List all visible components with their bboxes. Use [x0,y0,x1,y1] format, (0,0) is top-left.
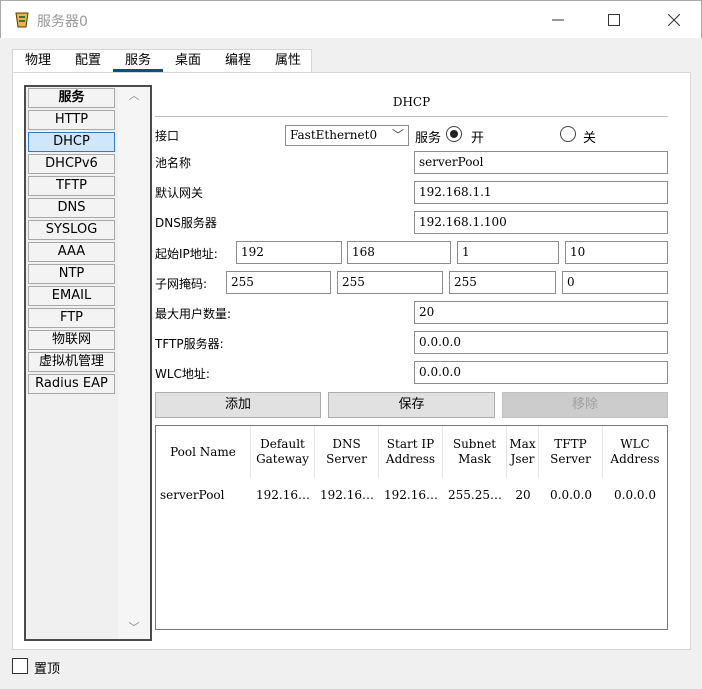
service-on-radio[interactable] [446,126,462,142]
subnet-mask-octet-3[interactable]: 255 [449,271,556,294]
close-icon [668,14,680,26]
service-item-syslog[interactable]: SYSLOG [28,220,115,240]
start-ip-octet-2[interactable]: 168 [347,241,451,264]
subnet-mask-label: 子网掩码: [155,277,208,291]
close-button[interactable] [651,1,697,39]
column-header-dns-server[interactable]: DNS Server [315,426,379,478]
add-button[interactable]: 添加 [155,392,321,418]
service-item-email[interactable]: EMAIL [28,286,115,306]
service-list-header: 服务 [28,88,115,108]
scroll-down-icon[interactable]: ﹀ [118,619,150,637]
service-item-vm-management[interactable]: 虚拟机管理 [28,352,115,372]
subnet-mask-octet-1[interactable]: 255 [226,271,331,294]
start-ip-label: 起始IP地址: [155,247,218,261]
tftp-server-label: TFTP服务器: [155,337,224,351]
window-title: 服务器0 [37,14,88,30]
pool-name-field[interactable]: serverPool [414,151,668,174]
table-cell-max-users[interactable]: 20 [507,488,539,506]
service-item-dhcpv6[interactable]: DHCPv6 [28,154,115,174]
gateway-label: 默认网关 [155,186,204,200]
wlc-address-label: WLC地址: [155,367,210,381]
interface-label: 接口 [155,129,180,143]
service-label: 服务 [415,131,442,146]
pin-on-top-label: 置顶 [34,662,61,677]
table-cell-subnet-mask[interactable]: 255.25… [443,488,507,506]
pool-table[interactable]: Pool Name Default Gateway DNS Server Sta… [155,425,668,630]
table-cell-start-ip[interactable]: 192.16… [379,488,443,506]
service-on-label: 开 [471,131,485,146]
interface-value: FastEthernet0 [290,128,378,142]
remove-button: 移除 [502,392,668,418]
max-users-label: 最大用户数量: [155,307,232,321]
column-header-start-ip[interactable]: Start IP Address [379,426,443,478]
dns-label: DNS服务器 [155,216,217,230]
minimize-button[interactable] [535,1,581,39]
dns-field[interactable]: 192.168.1.100 [414,211,668,234]
section-divider [155,116,668,117]
service-item-radius-eap[interactable]: Radius EAP [28,374,115,394]
tab-desktop[interactable]: 桌面 [169,50,207,72]
maximize-icon [608,14,620,26]
column-header-pool-name[interactable]: Pool Name [156,426,251,478]
subnet-mask-octet-2[interactable]: 255 [337,271,443,294]
wlc-address-field[interactable]: 0.0.0.0 [414,361,668,384]
service-item-dns[interactable]: DNS [28,198,115,218]
service-item-dhcp[interactable]: DHCP [28,132,115,152]
section-title: DHCP [392,95,431,109]
tab-services[interactable]: 服务 [113,50,163,72]
tftp-server-field[interactable]: 0.0.0.0 [414,331,668,354]
service-item-tftp[interactable]: TFTP [28,176,115,196]
tab-attributes[interactable]: 属性 [269,50,307,72]
table-cell-default-gateway[interactable]: 192.16… [251,488,315,506]
service-item-aaa[interactable]: AAA [28,242,115,262]
gateway-field[interactable]: 192.168.1.1 [414,181,668,204]
max-users-field[interactable]: 20 [414,301,668,324]
minimize-icon [552,19,564,21]
chevron-down-icon: ﹀ [391,128,404,142]
table-cell-dns-server[interactable]: 192.16… [315,488,379,506]
interface-select[interactable]: FastEthernet0 ﹀ [285,125,409,146]
save-button[interactable]: 保存 [328,392,495,418]
start-ip-octet-1[interactable]: 192 [236,241,342,264]
server-app-icon [15,12,29,28]
start-ip-octet-3[interactable]: 1 [457,241,559,264]
service-item-http[interactable]: HTTP [28,110,115,130]
start-ip-octet-4[interactable]: 10 [565,241,668,264]
tab-config[interactable]: 配置 [69,50,107,72]
tab-physical[interactable]: 物理 [19,50,57,72]
service-off-label: 关 [583,131,597,146]
scroll-up-icon[interactable]: ︿ [118,87,150,105]
column-header-default-gateway[interactable]: Default Gateway [251,426,315,478]
tab-programming[interactable]: 编程 [219,50,257,72]
table-cell-tftp-server[interactable]: 0.0.0.0 [539,488,603,506]
pool-name-label: 池名称 [155,156,192,170]
table-cell-wlc-address[interactable]: 0.0.0.0 [603,488,667,506]
service-off-radio[interactable] [560,126,576,142]
subnet-mask-octet-4[interactable]: 0 [562,271,668,294]
pin-on-top-checkbox[interactable] [12,658,28,674]
service-item-iot[interactable]: 物联网 [28,330,115,350]
tab-bar: 物理 配置 服务 桌面 编程 属性 [12,49,312,72]
column-header-max-users[interactable]: Max Jser [507,426,539,478]
service-list-scrollbar[interactable]: ︿ ﹀ [118,87,150,639]
service-item-ftp[interactable]: FTP [28,308,115,328]
column-header-tftp-server[interactable]: TFTP Server [539,426,603,478]
maximize-button[interactable] [591,1,637,39]
services-panel: 服务 HTTP DHCP DHCPv6 TFTP DNS SYSLOG AAA … [12,72,691,650]
title-bar: 服务器0 [0,0,702,38]
table-cell-pool-name[interactable]: serverPool [158,488,251,506]
service-item-ntp[interactable]: NTP [28,264,115,284]
service-list: 服务 HTTP DHCP DHCPv6 TFTP DNS SYSLOG AAA … [24,85,152,641]
column-header-subnet-mask[interactable]: Subnet Mask [443,426,507,478]
column-header-wlc-address[interactable]: WLC Address [603,426,667,478]
